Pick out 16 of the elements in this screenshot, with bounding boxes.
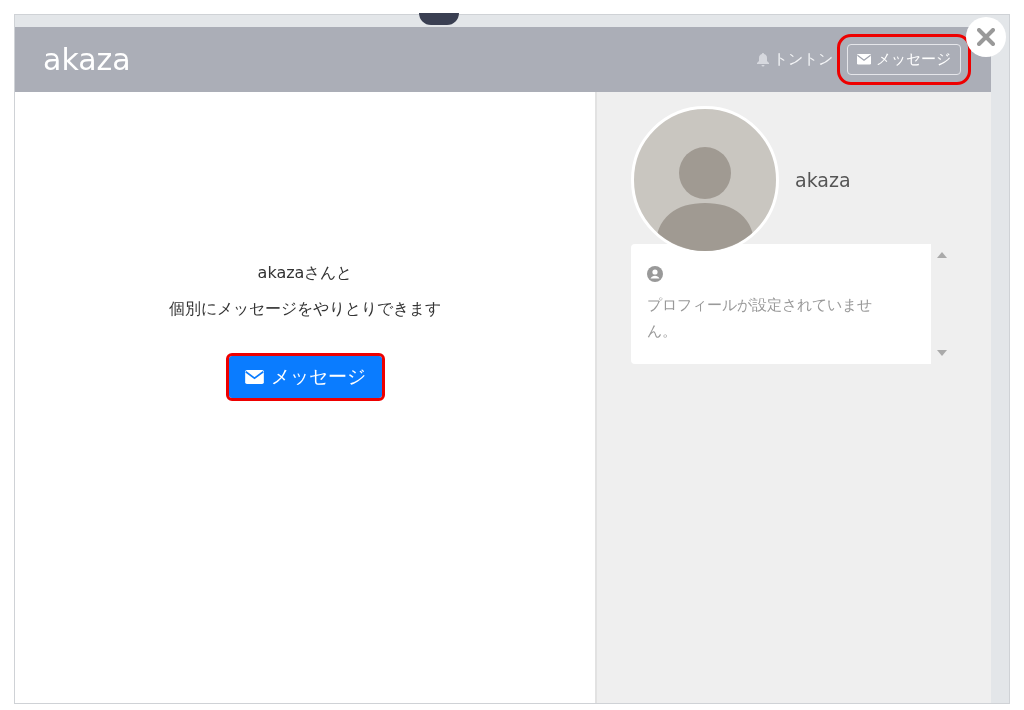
- message-text: 個別にメッセージをやりとりできます: [169, 298, 441, 320]
- envelope-icon: [857, 54, 871, 65]
- close-icon: [977, 28, 995, 46]
- message-button[interactable]: メッセージ: [228, 356, 382, 398]
- bell-icon: [757, 52, 769, 67]
- scroll-down-icon[interactable]: [937, 350, 947, 356]
- envelope-icon: [244, 370, 264, 384]
- profile-text: プロフィールが設定されていません。: [647, 295, 873, 342]
- profile-name: akaza: [795, 169, 851, 191]
- message-text: akazaさんと: [257, 262, 353, 284]
- dialog-title: akaza: [43, 42, 132, 77]
- scroll-up-icon[interactable]: [937, 252, 947, 258]
- photo-placeholder: [419, 13, 459, 25]
- notify-button[interactable]: トントン: [757, 50, 833, 69]
- user-circle-icon: [647, 266, 663, 282]
- close-button[interactable]: [966, 17, 1006, 57]
